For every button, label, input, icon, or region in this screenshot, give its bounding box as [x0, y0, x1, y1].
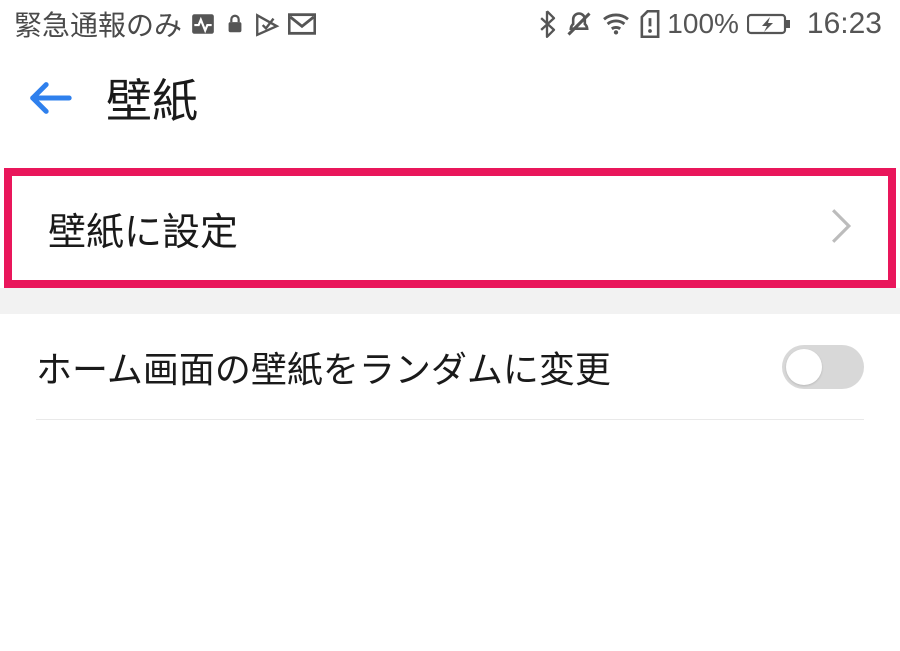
random-wallpaper-section: ホーム画面の壁紙をランダムに変更	[0, 314, 900, 420]
mail-icon	[288, 13, 316, 35]
battery-charging-icon	[747, 12, 791, 36]
status-bar-left: 緊急通報のみ	[14, 4, 316, 44]
arrow-left-icon	[27, 75, 73, 121]
back-button[interactable]	[20, 68, 80, 128]
bluetooth-icon	[537, 10, 557, 38]
mute-icon	[565, 10, 593, 38]
toggle-knob	[786, 349, 822, 385]
status-bar-right: 100% 16:23	[537, 7, 882, 41]
random-wallpaper-row[interactable]: ホーム画面の壁紙をランダムに変更	[36, 314, 864, 420]
chevron-right-icon	[830, 207, 852, 250]
lock-icon	[224, 11, 246, 37]
status-bar: 緊急通報のみ 100% 16:23	[0, 0, 900, 48]
activity-icon	[190, 11, 216, 37]
play-protect-icon	[254, 11, 280, 37]
highlight-annotation: 壁紙に設定	[4, 168, 896, 288]
random-wallpaper-toggle[interactable]	[782, 345, 864, 389]
battery-percent-text: 100%	[667, 8, 739, 40]
page-title: 壁紙	[106, 65, 198, 131]
clock-text: 16:23	[807, 7, 882, 41]
sim-alert-icon	[639, 10, 661, 38]
set-wallpaper-label: 壁紙に設定	[48, 201, 238, 256]
network-status-text: 緊急通報のみ	[14, 4, 182, 44]
random-wallpaper-label: ホーム画面の壁紙をランダムに変更	[36, 341, 611, 393]
wifi-icon	[601, 12, 631, 36]
app-header: 壁紙	[0, 48, 900, 148]
set-wallpaper-row[interactable]: 壁紙に設定	[12, 176, 888, 280]
section-divider	[0, 288, 900, 314]
